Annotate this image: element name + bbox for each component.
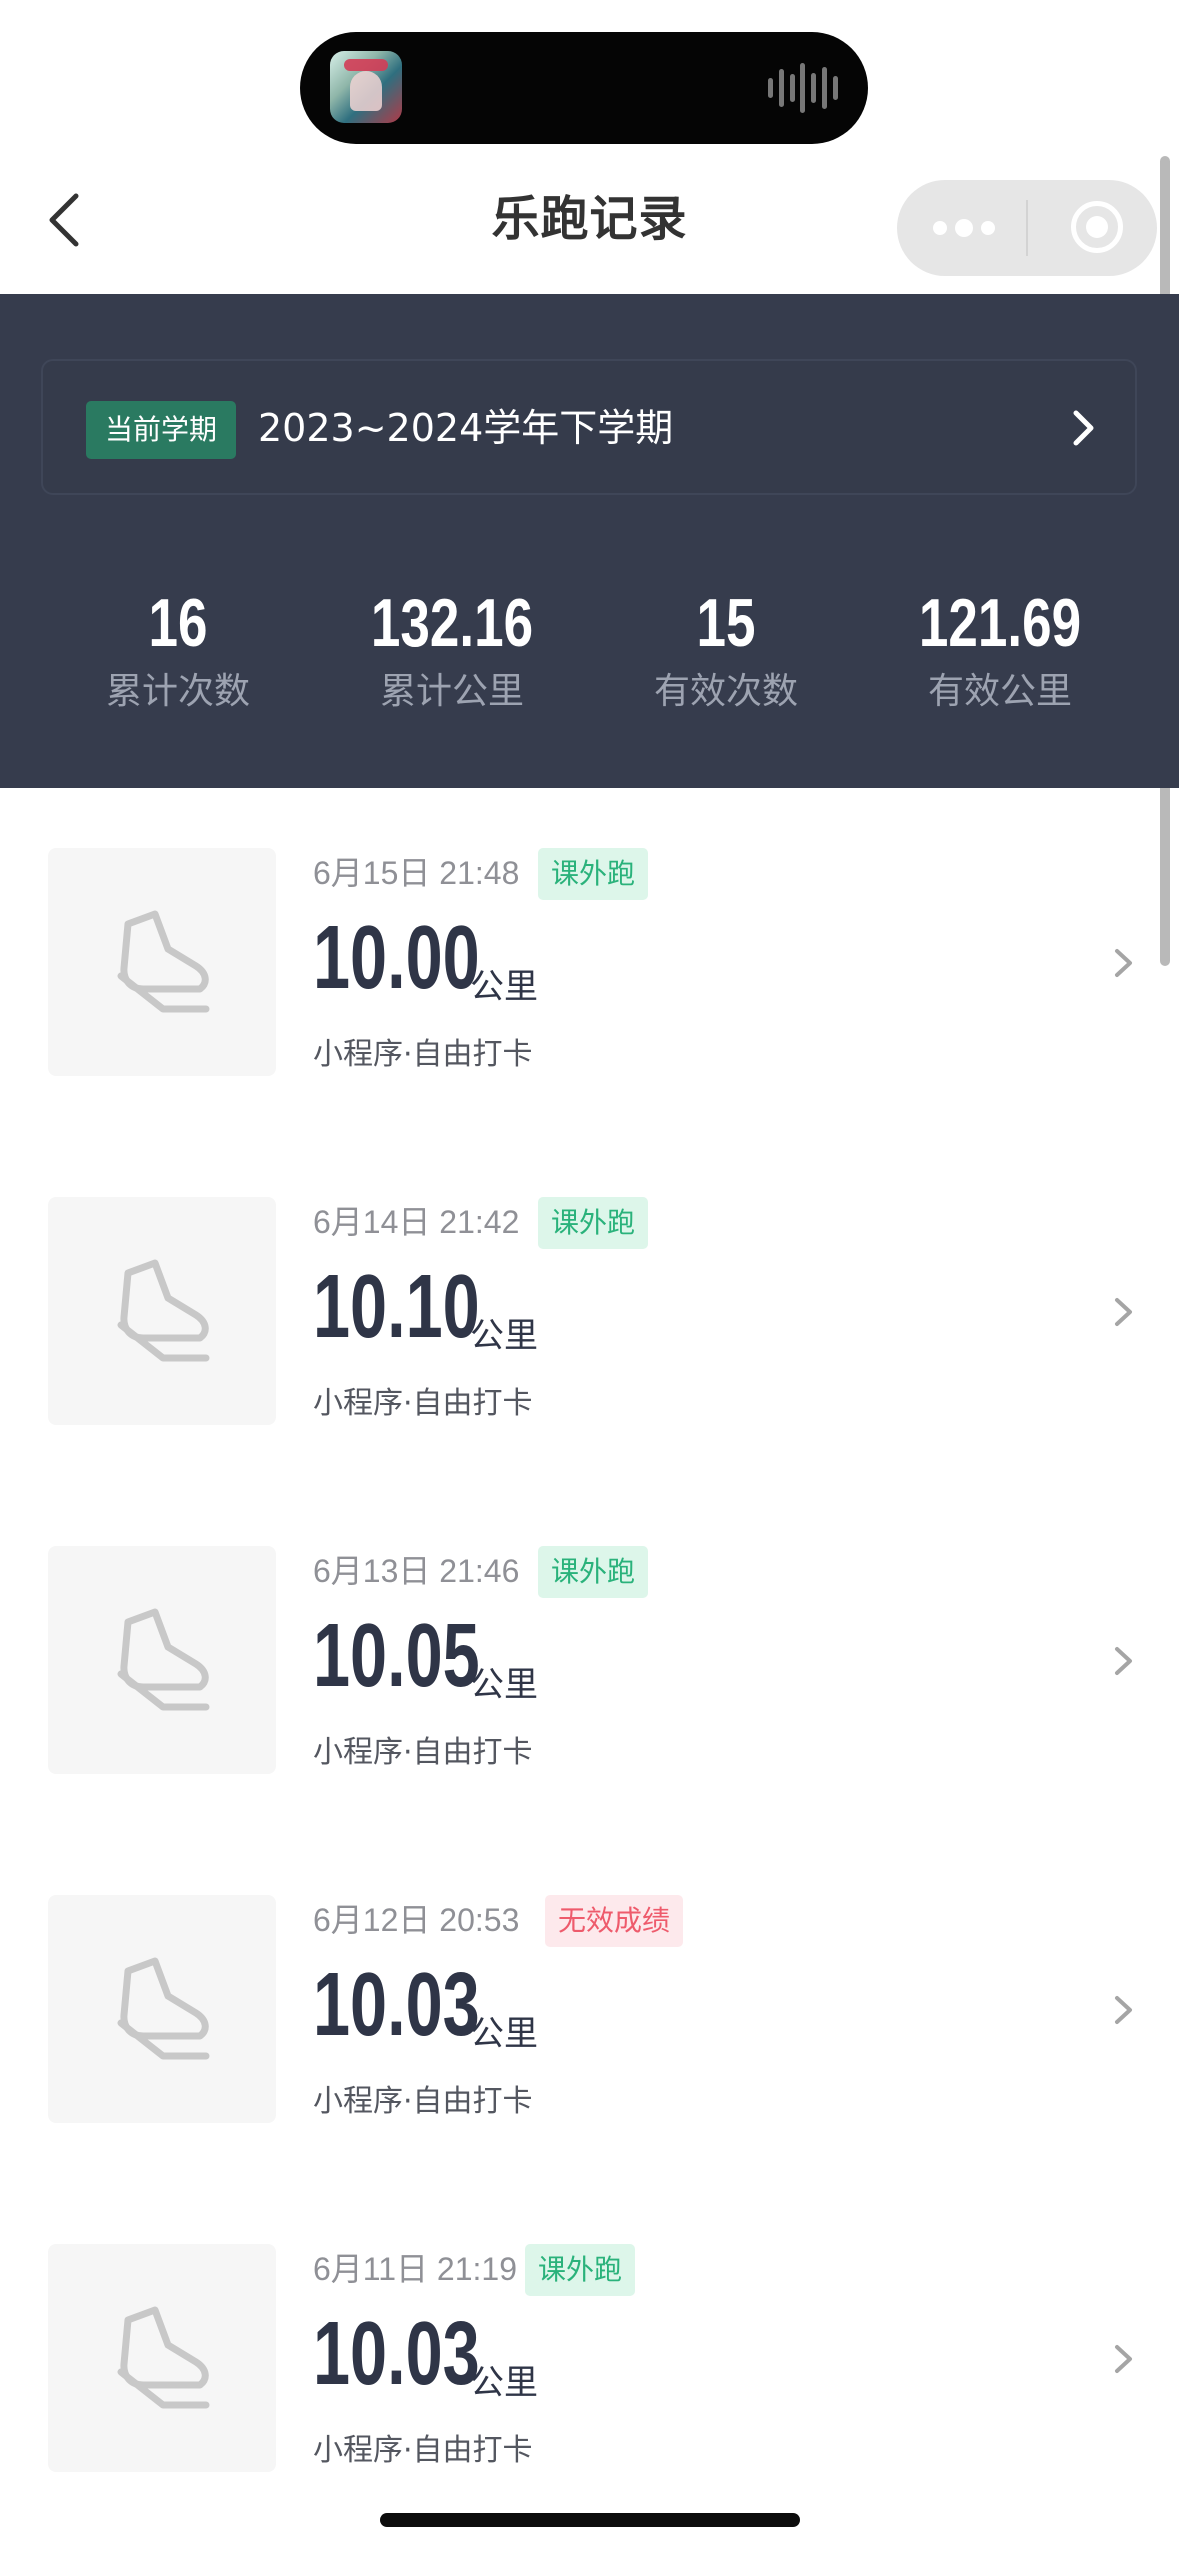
distance-unit: 公里 (470, 967, 538, 1007)
record-thumbnail (48, 1197, 276, 1425)
record-time: 6月15日 21:48 (313, 855, 520, 891)
run-record-item[interactable]: 6月13日 21:46 课外跑 10.05 公里 小程序·自由打卡 (0, 1486, 1179, 1835)
chevron-right-icon (1103, 1636, 1143, 1686)
record-type-badge: 课外跑 (538, 1197, 649, 1249)
shoe-icon (110, 1608, 214, 1714)
stat-label: 有效次数 (653, 671, 798, 712)
record-source: 小程序·自由打卡 (313, 2433, 533, 2468)
stat-value: 16 (148, 585, 208, 661)
record-distance: 10.05 (313, 1606, 480, 1706)
stat-label: 有效公里 (927, 671, 1072, 712)
record-time: 6月12日 20:53 (313, 1902, 520, 1938)
summary-stats: 16 累计次数 132.16 累计公里 15 有效次数 121.69 有效公里 (0, 582, 1179, 742)
record-distance: 10.03 (313, 2304, 480, 2404)
record-thumbnail (48, 2244, 276, 2472)
record-distance: 10.03 (313, 1955, 480, 2055)
stat-value: 15 (696, 585, 756, 661)
record-time: 6月11日 21:19 (313, 2251, 517, 2287)
home-indicator[interactable] (380, 2513, 800, 2527)
record-thumbnail (48, 848, 276, 1076)
run-record-item[interactable]: 6月11日 21:19 课外跑 10.03 公里 小程序·自由打卡 (0, 2184, 1179, 2533)
record-distance: 10.10 (313, 1257, 480, 1357)
distance-unit: 公里 (470, 1665, 538, 1705)
valid-distance-stat: 121.69 有效公里 (870, 582, 1130, 718)
distance-unit: 公里 (470, 1316, 538, 1356)
chevron-right-icon (1103, 1287, 1143, 1337)
current-semester-badge: 当前学期 (86, 401, 236, 459)
shoe-icon (110, 1259, 214, 1365)
close-mini-program-button[interactable] (1027, 180, 1157, 276)
stat-label: 累计次数 (105, 671, 250, 712)
record-source: 小程序·自由打卡 (313, 2084, 533, 2119)
stat-value: 132.16 (370, 585, 534, 661)
target-icon (1071, 201, 1123, 253)
record-type-badge: 课外跑 (525, 2244, 636, 2296)
record-type-badge: 课外跑 (538, 848, 649, 900)
record-distance: 10.00 (313, 908, 480, 1008)
shoe-icon (110, 2306, 214, 2412)
record-thumbnail (48, 1546, 276, 1774)
stat-value: 121.69 (918, 585, 1082, 661)
record-source: 小程序·自由打卡 (313, 1386, 533, 1421)
record-source: 小程序·自由打卡 (313, 1037, 533, 1072)
record-type-badge: 课外跑 (538, 1546, 649, 1598)
run-record-item[interactable]: 6月14日 21:42 课外跑 10.10 公里 小程序·自由打卡 (0, 1137, 1179, 1486)
chevron-right-icon (1066, 405, 1100, 451)
run-summary: 当前学期 2023~2024学年下学期 16 累计次数 132.16 累计公里 … (0, 294, 1179, 788)
album-art-icon (330, 51, 402, 123)
record-time: 6月14日 21:42 (313, 1204, 520, 1240)
stat-label: 累计公里 (379, 671, 524, 712)
waveform-icon (768, 62, 838, 114)
page-header: 乐跑记录 (0, 150, 1179, 294)
dynamic-island (300, 32, 868, 144)
mini-program-capsule (897, 180, 1157, 276)
distance-unit: 公里 (470, 2363, 538, 2403)
total-count-stat: 16 累计次数 (48, 582, 308, 718)
record-time: 6月13日 21:46 (313, 1553, 520, 1589)
record-thumbnail (48, 1895, 276, 2123)
semester-selector[interactable]: 当前学期 2023~2024学年下学期 (41, 359, 1137, 495)
run-record-list: 6月15日 21:48 课外跑 10.00 公里 小程序·自由打卡 6月14日 … (0, 788, 1179, 2556)
more-button[interactable] (897, 180, 1027, 276)
chevron-right-icon (1103, 938, 1143, 988)
semester-label: 2023~2024学年下学期 (258, 406, 674, 450)
chevron-right-icon (1103, 1985, 1143, 2035)
run-record-item[interactable]: 6月12日 20:53 无效成绩 10.03 公里 小程序·自由打卡 (0, 1835, 1179, 2184)
chevron-right-icon (1103, 2334, 1143, 2384)
run-record-item[interactable]: 6月15日 21:48 课外跑 10.00 公里 小程序·自由打卡 (0, 788, 1179, 1137)
record-status-badge: 无效成绩 (545, 1895, 684, 1947)
valid-count-stat: 15 有效次数 (596, 582, 856, 718)
distance-unit: 公里 (470, 2014, 538, 2054)
shoe-icon (110, 1957, 214, 2063)
shoe-icon (110, 910, 214, 1016)
total-distance-stat: 132.16 累计公里 (322, 582, 582, 718)
record-source: 小程序·自由打卡 (313, 1735, 533, 1770)
